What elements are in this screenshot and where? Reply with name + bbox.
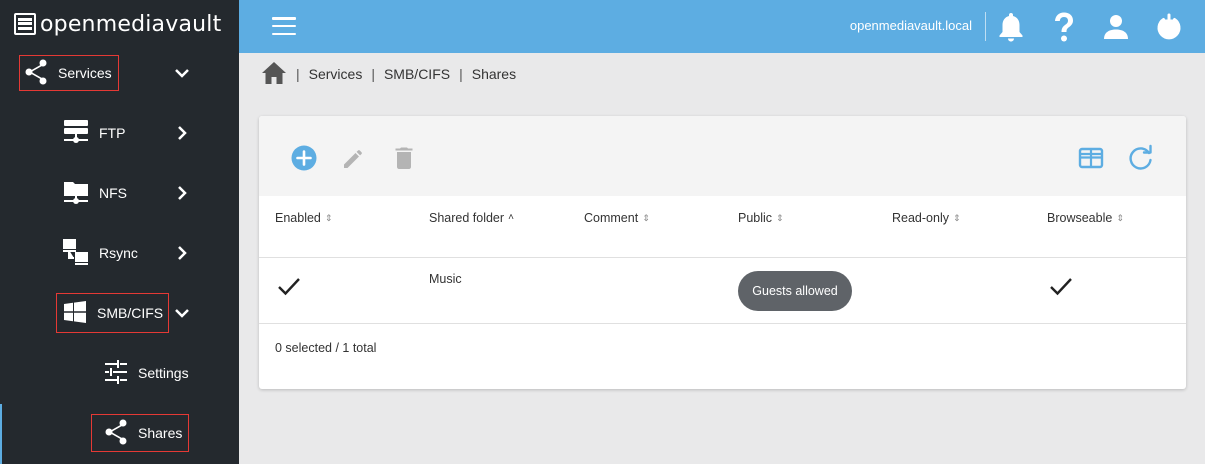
highlight-box	[91, 414, 189, 452]
highlight-box	[56, 293, 169, 333]
column-header-comment[interactable]: Comment ⇕	[584, 211, 650, 225]
chevron-down-icon[interactable]	[174, 305, 190, 321]
chevron-down-icon[interactable]	[174, 65, 190, 81]
logo-icon	[14, 13, 36, 35]
breadcrumb-separator: |	[371, 66, 375, 82]
chevron-right-icon[interactable]	[174, 185, 190, 201]
breadcrumb-separator: |	[296, 66, 300, 82]
sidebar-item-settings[interactable]: Settings	[104, 359, 189, 387]
breadcrumb-item-shares: Shares	[471, 66, 517, 82]
refresh-icon[interactable]	[1127, 144, 1155, 172]
column-header-label: Public	[738, 211, 773, 225]
menu-icon[interactable]	[272, 17, 296, 35]
column-header-label: Read-only	[892, 211, 949, 225]
table-header: Enabled ⇕ Shared folder ˄ Comment ⇕ Public ⇕…	[259, 196, 1186, 258]
breadcrumb-item-services[interactable]: Services	[309, 66, 363, 82]
sidebar-item-label: Settings	[138, 365, 189, 381]
column-header-enabled[interactable]: Enabled ⇕	[275, 211, 332, 225]
sort-ascending-icon: ˄	[508, 212, 514, 223]
logo-text: openmediavault	[40, 11, 222, 37]
home-icon[interactable]	[261, 61, 287, 88]
help-icon[interactable]	[1049, 12, 1079, 42]
top-bar: openmediavault.local	[239, 0, 1205, 53]
sidebar-item-nfs[interactable]: NFS	[63, 180, 127, 206]
column-header-shared-folder[interactable]: Shared folder ˄	[429, 211, 514, 225]
add-icon[interactable]	[290, 144, 318, 172]
column-header-browseable[interactable]: Browseable ⇕	[1047, 211, 1124, 225]
sort-icon: ⇕	[324, 212, 333, 223]
selection-summary: 0 selected / 1 total	[275, 341, 377, 355]
sidebar: openmediavault Services FTP NFS Rsync SM…	[0, 0, 239, 464]
divider	[985, 12, 986, 41]
sidebar-item-label: FTP	[99, 125, 126, 141]
bell-icon[interactable]	[996, 12, 1026, 42]
tune-icon	[104, 359, 128, 387]
check-icon	[1049, 275, 1073, 300]
column-header-label: Shared folder	[429, 211, 505, 225]
chevron-right-icon[interactable]	[174, 245, 190, 261]
column-header-public[interactable]: Public ⇕	[738, 211, 784, 225]
column-toggle-icon[interactable]	[1077, 144, 1105, 172]
shared-folder-cell: Music	[429, 272, 462, 286]
breadcrumb: | Services | SMB/CIFS | Shares	[261, 60, 516, 88]
active-indicator	[0, 404, 2, 464]
status-badge: Guests allowed	[738, 271, 852, 311]
breadcrumb-item-smb-cifs[interactable]: SMB/CIFS	[384, 66, 450, 82]
sidebar-item-label: NFS	[99, 185, 127, 201]
check-icon	[277, 275, 301, 300]
sidebar-item-ftp[interactable]: FTP	[63, 119, 126, 148]
column-header-label: Comment	[584, 211, 639, 225]
column-header-label: Browseable	[1047, 211, 1113, 225]
edit-icon[interactable]	[340, 144, 368, 172]
sort-icon: ⇕	[1116, 212, 1124, 223]
delete-icon[interactable]	[390, 144, 418, 172]
computer-sync-icon	[63, 238, 89, 268]
column-header-read-only[interactable]: Read-only ⇕	[892, 211, 961, 225]
power-icon[interactable]	[1154, 12, 1184, 42]
chevron-right-icon[interactable]	[174, 125, 190, 141]
shares-card: Enabled ⇕ Shared folder ˄ Comment ⇕ Public ⇕…	[259, 116, 1186, 389]
toolbar	[259, 116, 1186, 196]
sort-icon: ⇕	[952, 212, 961, 223]
column-header-label: Enabled	[275, 211, 321, 225]
network-folder-icon	[63, 179, 89, 208]
sidebar-item-rsync[interactable]: Rsync	[63, 238, 138, 268]
user-icon[interactable]	[1101, 12, 1131, 42]
app-logo[interactable]: openmediavault	[14, 10, 221, 38]
highlight-box	[19, 55, 119, 91]
sidebar-item-label: Rsync	[99, 245, 138, 261]
sort-icon: ⇕	[642, 212, 650, 223]
breadcrumb-separator: |	[459, 66, 463, 82]
sort-icon: ⇕	[776, 212, 784, 223]
table-row[interactable]: Music Guests allowed	[259, 258, 1186, 324]
hostname: openmediavault.local	[849, 18, 972, 33]
server-icon	[63, 119, 89, 148]
